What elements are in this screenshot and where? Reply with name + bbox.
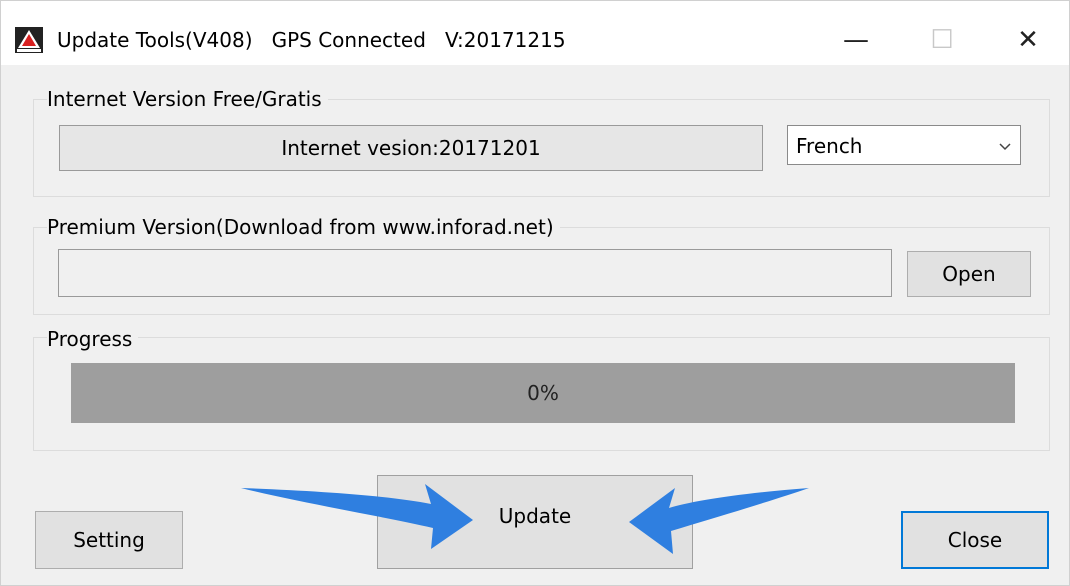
window-title: Update Tools(V408) GPS Connected V:20171…	[57, 28, 566, 52]
internet-version-text: Internet vesion:20171201	[281, 136, 541, 160]
progress-label: Progress	[47, 325, 139, 353]
close-button-label: Close	[947, 528, 1003, 552]
premium-version-label: Premium Version(Download from www.infora…	[47, 213, 560, 241]
open-button-label: Open	[942, 262, 996, 286]
close-window-button[interactable]: ✕	[993, 15, 1063, 65]
maximize-button[interactable]: ☐	[907, 15, 977, 65]
language-selected-value: French	[796, 134, 863, 158]
warning-triangle-icon	[15, 27, 43, 53]
minimize-button[interactable]: —	[821, 15, 891, 65]
setting-button-label: Setting	[73, 528, 145, 552]
internet-version-label: Internet Version Free/Gratis	[47, 85, 328, 113]
progress-percent-text: 0%	[527, 381, 559, 405]
language-select[interactable]: French	[787, 125, 1021, 165]
open-button[interactable]: Open	[907, 251, 1031, 297]
internet-version-display: Internet vesion:20171201	[59, 125, 763, 171]
setting-button[interactable]: Setting	[35, 511, 183, 569]
update-button-label: Update	[498, 504, 572, 528]
close-button[interactable]: Close	[901, 511, 1049, 569]
update-tools-window: Update Tools(V408) GPS Connected V:20171…	[0, 0, 1070, 586]
chevron-down-icon	[999, 143, 1011, 151]
premium-file-path-input[interactable]	[58, 249, 892, 297]
update-button[interactable]: Update	[377, 475, 693, 569]
title-bar: Update Tools(V408) GPS Connected V:20171…	[1, 1, 1069, 65]
progress-bar: 0%	[71, 363, 1015, 423]
